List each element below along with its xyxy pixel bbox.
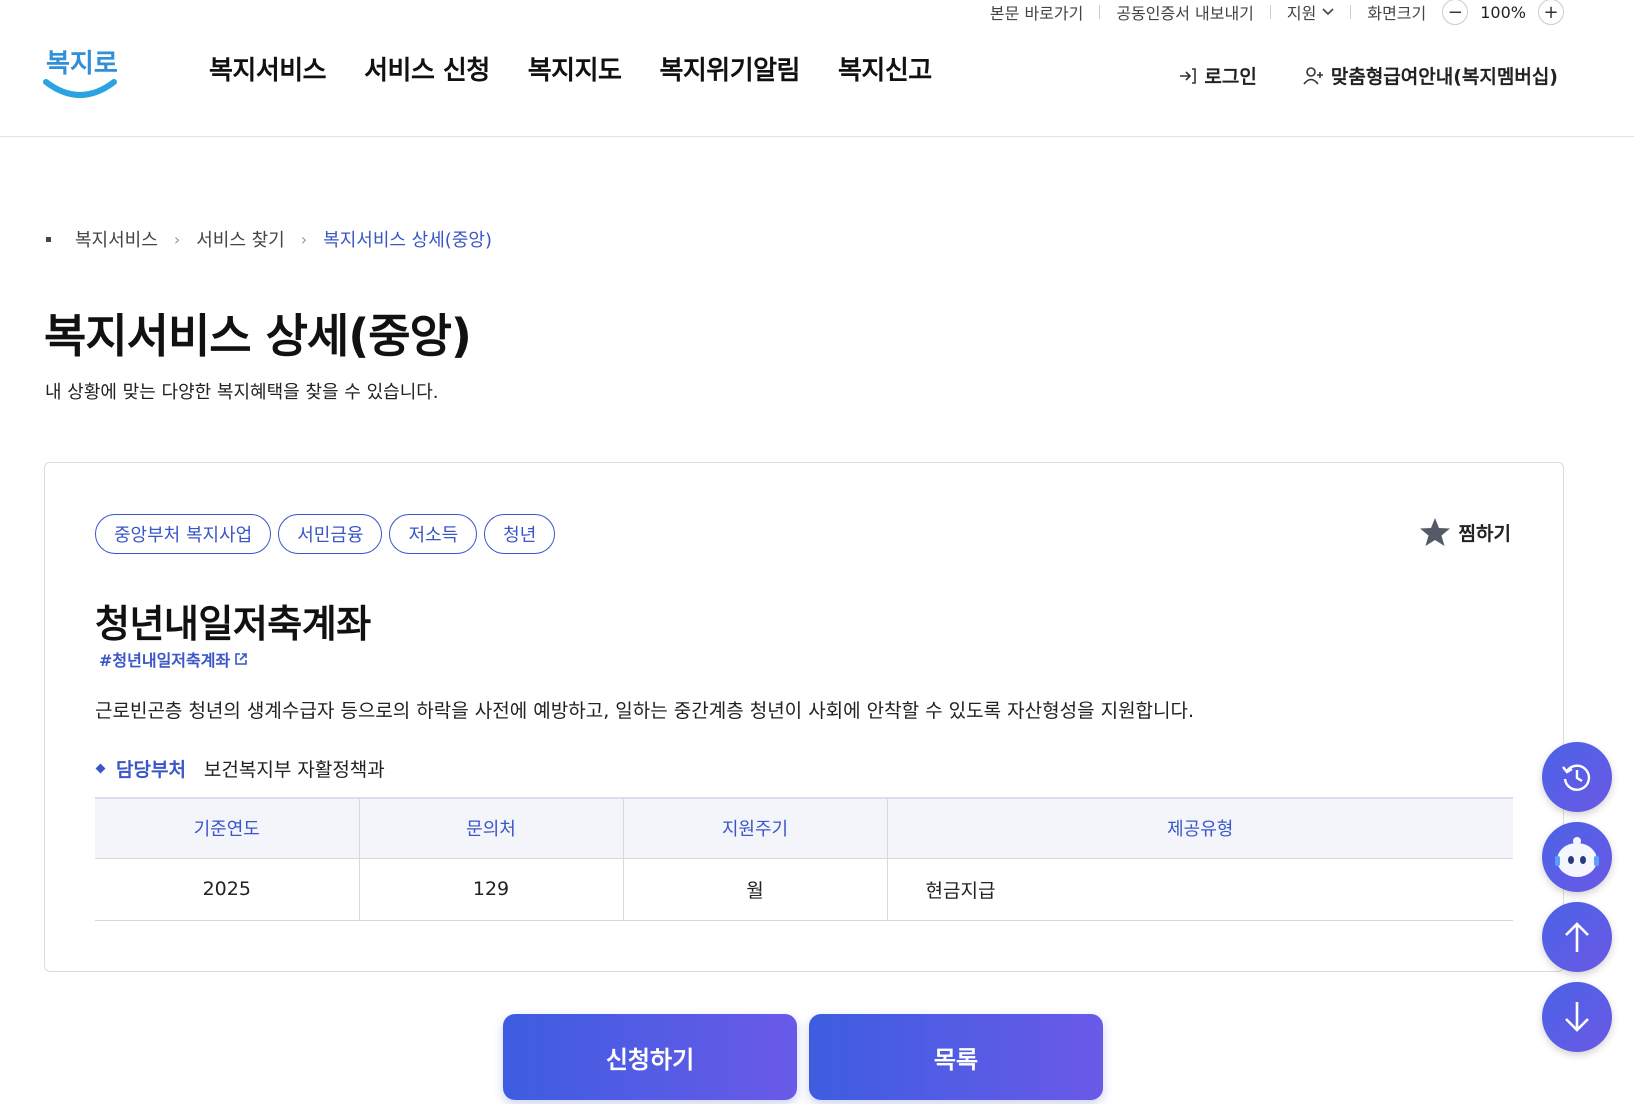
nav-welfare-service[interactable]: 복지서비스	[209, 50, 327, 87]
table-cell: 현금지급	[887, 858, 1513, 921]
table-header: 기준연도	[95, 798, 360, 859]
service-info-table: 기준연도 문의처 지원주기 제공유형 2025 129 월 현금지급	[95, 797, 1513, 921]
login-link[interactable]: 로그인	[1178, 62, 1257, 89]
chatbot-icon	[1555, 837, 1599, 877]
zoom-in-button[interactable]: +	[1538, 0, 1564, 25]
action-buttons: 신청하기 목록	[503, 1014, 1103, 1100]
breadcrumb-item[interactable]: 복지서비스	[75, 226, 158, 252]
table-cell: 월	[623, 858, 888, 921]
tag[interactable]: 중앙부처 복지사업	[95, 514, 272, 554]
bullet-icon	[95, 763, 106, 774]
page-title: 복지서비스 상세(중앙)	[44, 309, 472, 363]
breadcrumb-item[interactable]: 서비스 찾기	[196, 226, 285, 252]
site-logo[interactable]: 복지로	[42, 38, 118, 102]
zoom-label: 화면크기	[1367, 4, 1427, 23]
tag-list: 중앙부처 복지사업 서민금융 저소득 청년	[95, 514, 556, 554]
chevron-right-icon: ›	[300, 229, 308, 249]
svg-text:복지로: 복지로	[46, 49, 118, 79]
arrow-down-icon	[1565, 1002, 1589, 1032]
main-nav: 복지서비스 서비스 신청 복지지도 복지위기알림 복지신고	[209, 50, 970, 87]
history-icon	[1562, 764, 1591, 791]
department-label: 담당부처	[116, 759, 186, 781]
nav-service-apply[interactable]: 서비스 신청	[364, 50, 490, 87]
home-dot-icon	[46, 236, 51, 242]
chevron-down-icon	[1322, 8, 1334, 16]
header-actions: 로그인 맞춤형급여안내(복지멤버십)	[1132, 62, 1558, 89]
tag[interactable]: 서민금융	[278, 514, 383, 554]
chatbot-button[interactable]	[1542, 822, 1612, 892]
zoom-value: 100%	[1480, 2, 1526, 22]
site-header: 복지로 복지서비스 서비스 신청 복지지도 복지위기알림 복지신고 로그인 맞춤…	[0, 24, 1634, 137]
zoom-out-button[interactable]: −	[1442, 0, 1469, 25]
table-header: 제공유형	[887, 798, 1513, 859]
membership-link[interactable]: 맞춤형급여안내(복지멤버십)	[1303, 62, 1558, 89]
list-button[interactable]: 목록	[809, 1014, 1103, 1100]
table-row: 2025 129 월 현금지급	[95, 858, 1513, 921]
nav-welfare-report[interactable]: 복지신고	[838, 50, 932, 87]
table-header: 문의처	[359, 798, 624, 859]
favorite-button[interactable]: 찜하기	[1419, 517, 1511, 547]
page-description: 내 상황에 맞는 다양한 복지혜택을 찾을 수 있습니다.	[45, 382, 439, 403]
service-hashtag-link[interactable]: #청년내일저축계좌	[99, 647, 248, 671]
nav-welfare-map[interactable]: 복지지도	[528, 50, 622, 87]
user-add-icon	[1303, 66, 1323, 85]
membership-label: 맞춤형급여안내(복지멤버십)	[1330, 66, 1558, 88]
department-value: 보건복지부 자활정책과	[203, 759, 385, 781]
tag[interactable]: 저소득	[389, 514, 478, 554]
external-link-icon	[235, 653, 247, 665]
nav-crisis-alert[interactable]: 복지위기알림	[659, 50, 800, 87]
scroll-top-button[interactable]	[1542, 902, 1612, 972]
table-header: 지원주기	[623, 798, 888, 859]
login-label: 로그인	[1204, 66, 1257, 88]
table-cell: 2025	[95, 858, 360, 921]
arrow-up-icon	[1565, 922, 1589, 952]
favorite-label: 찜하기	[1458, 522, 1511, 545]
region-dropdown[interactable]: 지원	[1271, 0, 1350, 24]
cert-export-link[interactable]: 공동인증서 내보내기	[1100, 0, 1270, 24]
utility-bar: 본문 바로가기 공동인증서 내보내기 지원 화면크기 − 100% +	[974, 0, 1564, 25]
region-label: 지원	[1286, 4, 1317, 23]
skip-to-content-link[interactable]: 본문 바로가기	[974, 0, 1099, 24]
recent-history-button[interactable]	[1542, 742, 1612, 812]
department-row: 담당부처 보건복지부 자활정책과	[95, 755, 385, 782]
table-header-row: 기준연도 문의처 지원주기 제공유형	[95, 798, 1513, 859]
service-detail-card: 중앙부처 복지사업 서민금융 저소득 청년 찜하기 청년내일저축계좌 #청년내일…	[44, 462, 1564, 972]
chevron-right-icon: ›	[173, 229, 181, 249]
breadcrumb-current: 복지서비스 상세(중앙)	[323, 230, 492, 251]
service-description: 근로빈곤층 청년의 생계수급자 등으로의 하락을 사전에 예방하고, 일하는 중…	[95, 700, 1195, 722]
scroll-bottom-button[interactable]	[1542, 982, 1612, 1052]
login-icon	[1180, 67, 1197, 84]
service-title: 청년내일저축계좌	[95, 602, 371, 646]
bokjiro-logo-icon: 복지로	[43, 49, 118, 98]
hashtag-label: #청년내일저축계좌	[99, 651, 231, 670]
table-cell: 129	[359, 858, 624, 921]
apply-button[interactable]: 신청하기	[503, 1014, 797, 1100]
breadcrumb: 복지서비스 › 서비스 찾기 › 복지서비스 상세(중앙)	[46, 226, 492, 252]
tag[interactable]: 청년	[484, 514, 556, 554]
star-icon	[1419, 518, 1450, 546]
